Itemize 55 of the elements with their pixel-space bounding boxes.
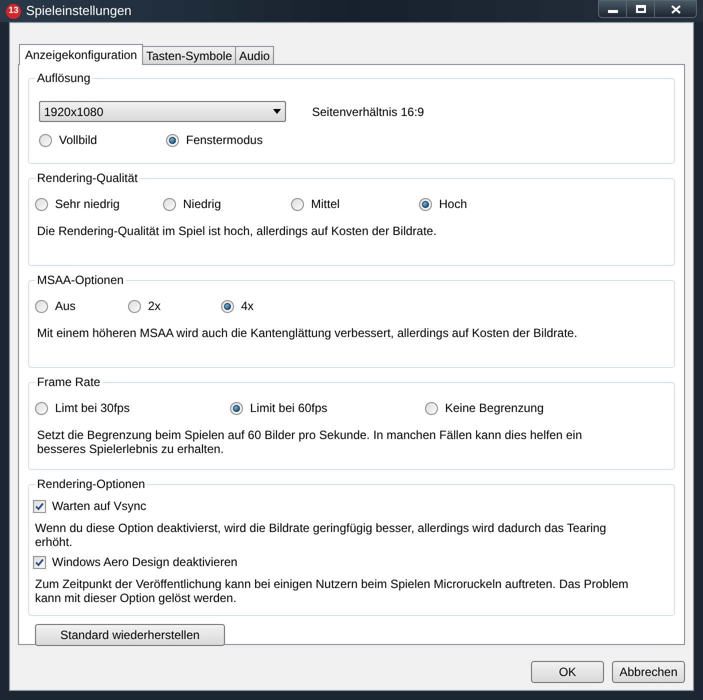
radio-label: Limit bei 60fps xyxy=(250,400,328,417)
radio-label: Vollbild xyxy=(59,132,98,149)
radio-label: Fenstermodus xyxy=(186,132,263,149)
checkbox[interactable] xyxy=(33,556,46,568)
group-title: Rendering-Optionen xyxy=(36,476,146,493)
radio-label: Mittel xyxy=(311,196,340,213)
maximize-icon xyxy=(636,5,646,13)
radio-button[interactable] xyxy=(291,198,304,210)
radio-button[interactable] xyxy=(39,134,52,146)
radio-button[interactable] xyxy=(221,300,234,312)
radio-label: Sehr niedrig xyxy=(55,196,120,213)
radio-button[interactable] xyxy=(35,198,48,210)
close-icon xyxy=(670,4,680,14)
tab[interactable]: Anzeigekonfiguration xyxy=(19,44,144,65)
radio-label: Hoch xyxy=(439,196,468,213)
radio-button[interactable] xyxy=(230,402,243,414)
radio-button[interactable] xyxy=(425,402,438,414)
radio-button[interactable] xyxy=(419,198,432,210)
radio-button[interactable] xyxy=(128,300,141,312)
window-title: Spieleinstellungen xyxy=(26,2,132,20)
dialog-button[interactable]: OK xyxy=(531,661,604,683)
tab[interactable]: Audio xyxy=(235,46,274,64)
radio-label: Aus xyxy=(55,298,76,315)
radio-button[interactable] xyxy=(35,300,48,312)
radio-label: Niedrig xyxy=(183,196,222,213)
group-title: Rendering-Qualität xyxy=(36,170,139,187)
aspect-ratio-label: Seitenverhältnis 16:9 xyxy=(312,104,424,120)
checkbox-label: Windows Aero Design deaktivieren xyxy=(52,554,238,571)
dialog-button[interactable]: Abbrechen xyxy=(612,661,685,683)
radio-button[interactable] xyxy=(166,134,179,146)
reset-button[interactable]: Standard wiederherstellen xyxy=(35,624,225,646)
radio-button[interactable] xyxy=(163,198,176,210)
radio-label: Keine Begrenzung xyxy=(445,400,544,417)
dropdown-arrow-icon xyxy=(273,109,281,114)
description-text: Wenn du diese Option deaktivierst, wird die Bildrate geringfügig besser, allerdings wird dadurch das Tearing erhöht. xyxy=(35,521,608,549)
minimize-icon xyxy=(608,10,618,13)
resolution-dropdown[interactable]: 1920x1080 xyxy=(39,101,286,122)
description-text: Mit einem höheren MSAA wird auch die Kantenglättung verbessert, allerdings auf Kosten der Bildrate. xyxy=(37,326,578,340)
description-text: Setzt die Begrenzung beim Spielen auf 60 Bilder pro Sekunde. In manchen Fällen kann dies helfen ein besseres Spielerlebnis zu erhalten. xyxy=(37,428,584,456)
radio-label: 2x xyxy=(148,298,161,315)
tab[interactable]: Tasten-Symbole xyxy=(142,46,236,64)
checkbox[interactable] xyxy=(33,500,46,512)
close-button[interactable] xyxy=(654,0,697,18)
maximize-button[interactable] xyxy=(627,0,654,18)
checkbox-label: Warten auf Vsync xyxy=(52,498,146,515)
app-badge-icon: 13 xyxy=(6,4,21,18)
group-title: MSAA-Optionen xyxy=(36,272,125,289)
radio-label: 4x xyxy=(241,298,254,315)
group-title: Frame Rate xyxy=(36,374,102,391)
radio-label: Limt bei 30fps xyxy=(55,400,130,417)
description-text: Die Rendering-Qualität im Spiel ist hoch, allerdings auf Kosten der Bildrate. xyxy=(37,224,438,238)
minimize-button[interactable] xyxy=(598,0,627,18)
radio-button[interactable] xyxy=(35,402,48,414)
description-text: Zum Zeitpunkt der Veröffentlichung kann bei einigen Nutzern beim Spielen Microruckeln auftreten. Das Problem kann mit dieser Option gelöst werden. xyxy=(35,577,630,605)
group-title: Auflösung xyxy=(36,70,92,87)
